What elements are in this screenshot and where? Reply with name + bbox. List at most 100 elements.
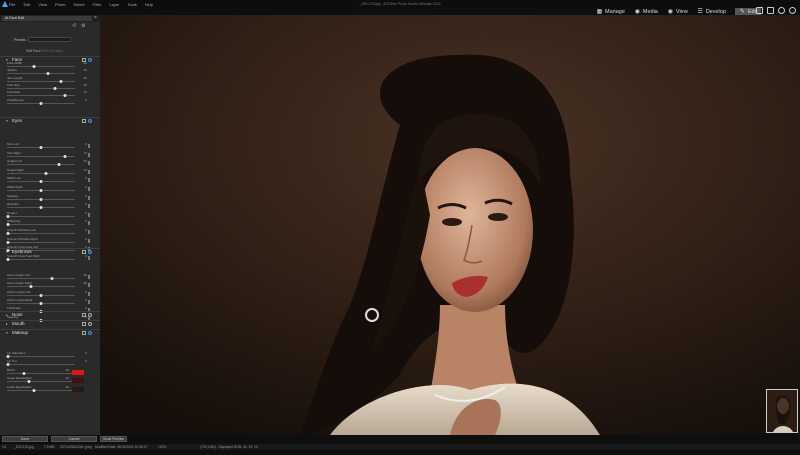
slider-value[interactable]: 0 bbox=[85, 228, 87, 232]
slider-track[interactable] bbox=[7, 258, 75, 260]
color-swatch[interactable] bbox=[72, 386, 84, 392]
link-icon[interactable] bbox=[88, 283, 90, 288]
toggle-section-icon[interactable] bbox=[88, 58, 92, 62]
slider-width-right[interactable]: Width Right 0 bbox=[7, 185, 90, 193]
slider-outer-length-left[interactable]: Outer Length Left 0 bbox=[7, 290, 90, 298]
reset-section-icon[interactable] bbox=[82, 313, 86, 317]
edit-all-faces-option[interactable]: Edit All Faces bbox=[42, 49, 63, 53]
toggle-section-icon[interactable] bbox=[88, 119, 92, 123]
link-icon[interactable] bbox=[88, 152, 90, 157]
section-eyes[interactable]: ▾ Eyes bbox=[0, 117, 100, 124]
slider-value[interactable]: 0 bbox=[85, 359, 87, 363]
close-icon[interactable]: × bbox=[94, 16, 97, 21]
slider-knob[interactable] bbox=[22, 371, 26, 375]
slider-value[interactable]: 60 bbox=[84, 76, 87, 80]
cancel-button[interactable]: Cancel bbox=[51, 436, 97, 442]
slider-track[interactable] bbox=[7, 80, 75, 82]
slider-knob[interactable] bbox=[39, 101, 43, 105]
presets-dropdown[interactable] bbox=[28, 37, 71, 42]
slider-smooth-wrinkles-right[interactable]: Smooth Wrinkles Right 0 bbox=[6, 237, 90, 245]
reset-icon[interactable]: ↺ bbox=[72, 24, 77, 29]
reset-section-icon[interactable] bbox=[82, 119, 86, 123]
slider-outer-length-right[interactable]: Outer Length Right 0 bbox=[7, 298, 90, 306]
slider-value[interactable]: 32 bbox=[84, 273, 87, 277]
slider-inner-length-left[interactable]: Inner Length Left 32 bbox=[7, 273, 90, 281]
color-wheel-icon[interactable] bbox=[778, 7, 785, 14]
image-canvas[interactable] bbox=[100, 15, 800, 435]
slider-value[interactable]: 14 bbox=[84, 168, 87, 172]
reset-section-icon[interactable] bbox=[82, 250, 86, 254]
slider-value[interactable]: 72 bbox=[84, 151, 87, 155]
slider-value[interactable]: 40 bbox=[66, 385, 69, 389]
link-icon[interactable] bbox=[88, 299, 90, 304]
expand-icon[interactable]: ▸ bbox=[6, 313, 8, 317]
section-eyebrows[interactable]: ▾ Eyebrows bbox=[0, 248, 100, 255]
gear-icon[interactable]: ⚙ bbox=[81, 24, 86, 29]
slider-track[interactable] bbox=[7, 381, 75, 383]
slider-track[interactable] bbox=[7, 73, 75, 75]
slider-knob[interactable] bbox=[6, 232, 10, 235]
slider-value[interactable]: -10 bbox=[83, 61, 87, 65]
toggle-section-icon[interactable] bbox=[88, 250, 92, 254]
expand-icon[interactable]: ▸ bbox=[6, 322, 8, 326]
slider-knob[interactable] bbox=[39, 180, 43, 184]
slider-knob[interactable] bbox=[50, 277, 54, 280]
slider-track[interactable] bbox=[7, 87, 75, 89]
slider-knob[interactable] bbox=[29, 285, 33, 289]
reset-section-icon[interactable] bbox=[82, 322, 86, 326]
slider-lip-tint[interactable]: Lip Tint 0 bbox=[6, 359, 87, 367]
settings-icon[interactable] bbox=[789, 7, 796, 14]
slider-value[interactable]: -30 bbox=[83, 281, 87, 285]
slider-height-left[interactable]: Height Left 54 bbox=[7, 159, 90, 167]
slider-value[interactable]: 0 bbox=[85, 185, 87, 189]
slider-track[interactable] bbox=[7, 364, 75, 366]
done-button[interactable]: Done bbox=[2, 436, 48, 442]
color-swatch[interactable] bbox=[72, 378, 84, 384]
collapse-icon[interactable]: ▾ bbox=[6, 119, 8, 123]
slider-knob[interactable] bbox=[39, 301, 43, 305]
slider-value[interactable]: 0 bbox=[85, 351, 87, 355]
color-swatch[interactable] bbox=[72, 369, 84, 375]
reset-section-icon[interactable] bbox=[82, 331, 86, 335]
slider-spacing[interactable]: Spacing 0 bbox=[7, 194, 90, 202]
link-icon[interactable] bbox=[88, 178, 90, 183]
dashboard-icon[interactable] bbox=[767, 7, 774, 14]
slider-knob[interactable] bbox=[6, 355, 10, 358]
slider-track[interactable] bbox=[7, 215, 75, 217]
slider-knob[interactable] bbox=[6, 240, 10, 244]
slider-value[interactable]: 0 bbox=[85, 237, 87, 241]
slider-track[interactable] bbox=[7, 241, 75, 243]
edit-face-option[interactable]: Edit Face bbox=[26, 49, 41, 53]
slider-track[interactable] bbox=[7, 372, 75, 374]
link-icon[interactable] bbox=[88, 238, 90, 243]
slider-knob[interactable] bbox=[57, 163, 61, 167]
slider-inner-length-right[interactable]: Inner Length Right -30 bbox=[7, 281, 90, 289]
slider-track[interactable] bbox=[7, 164, 75, 166]
slider-size-left[interactable]: Size Left 0 bbox=[7, 142, 90, 150]
screen-icon[interactable] bbox=[756, 7, 763, 14]
link-icon[interactable] bbox=[88, 161, 90, 166]
section-nose[interactable]: ▸ Nose bbox=[0, 311, 100, 318]
slider-knob[interactable] bbox=[6, 257, 10, 261]
link-icon[interactable] bbox=[88, 204, 90, 209]
slider-knob[interactable] bbox=[44, 171, 48, 175]
slider-droplet[interactable]: Droplet 0 bbox=[6, 211, 90, 219]
slider-value[interactable]: 25 bbox=[66, 368, 69, 372]
collapse-icon[interactable]: ▾ bbox=[6, 250, 8, 254]
slider-value[interactable]: 70 bbox=[84, 90, 87, 94]
slider-knob[interactable] bbox=[6, 223, 10, 227]
slider-width-left[interactable]: Width Left 0 bbox=[7, 176, 90, 184]
slider-track[interactable] bbox=[7, 172, 75, 174]
navigator-thumbnail[interactable] bbox=[766, 389, 798, 433]
slider-knob[interactable] bbox=[39, 189, 43, 192]
slider-track[interactable] bbox=[7, 389, 75, 391]
slider-track[interactable] bbox=[7, 224, 75, 226]
slider-whitening[interactable]: Whitening 0 bbox=[6, 219, 90, 227]
section-makeup[interactable]: ▾ Makeup bbox=[0, 329, 100, 336]
slider-track[interactable] bbox=[7, 66, 75, 67]
slider-track[interactable] bbox=[7, 278, 75, 279]
slider-value[interactable]: 0 bbox=[85, 211, 87, 215]
slider-value[interactable]: 0 bbox=[85, 219, 87, 223]
slider-value[interactable]: 32 bbox=[66, 376, 69, 380]
slider-value[interactable]: 0 bbox=[85, 298, 87, 302]
